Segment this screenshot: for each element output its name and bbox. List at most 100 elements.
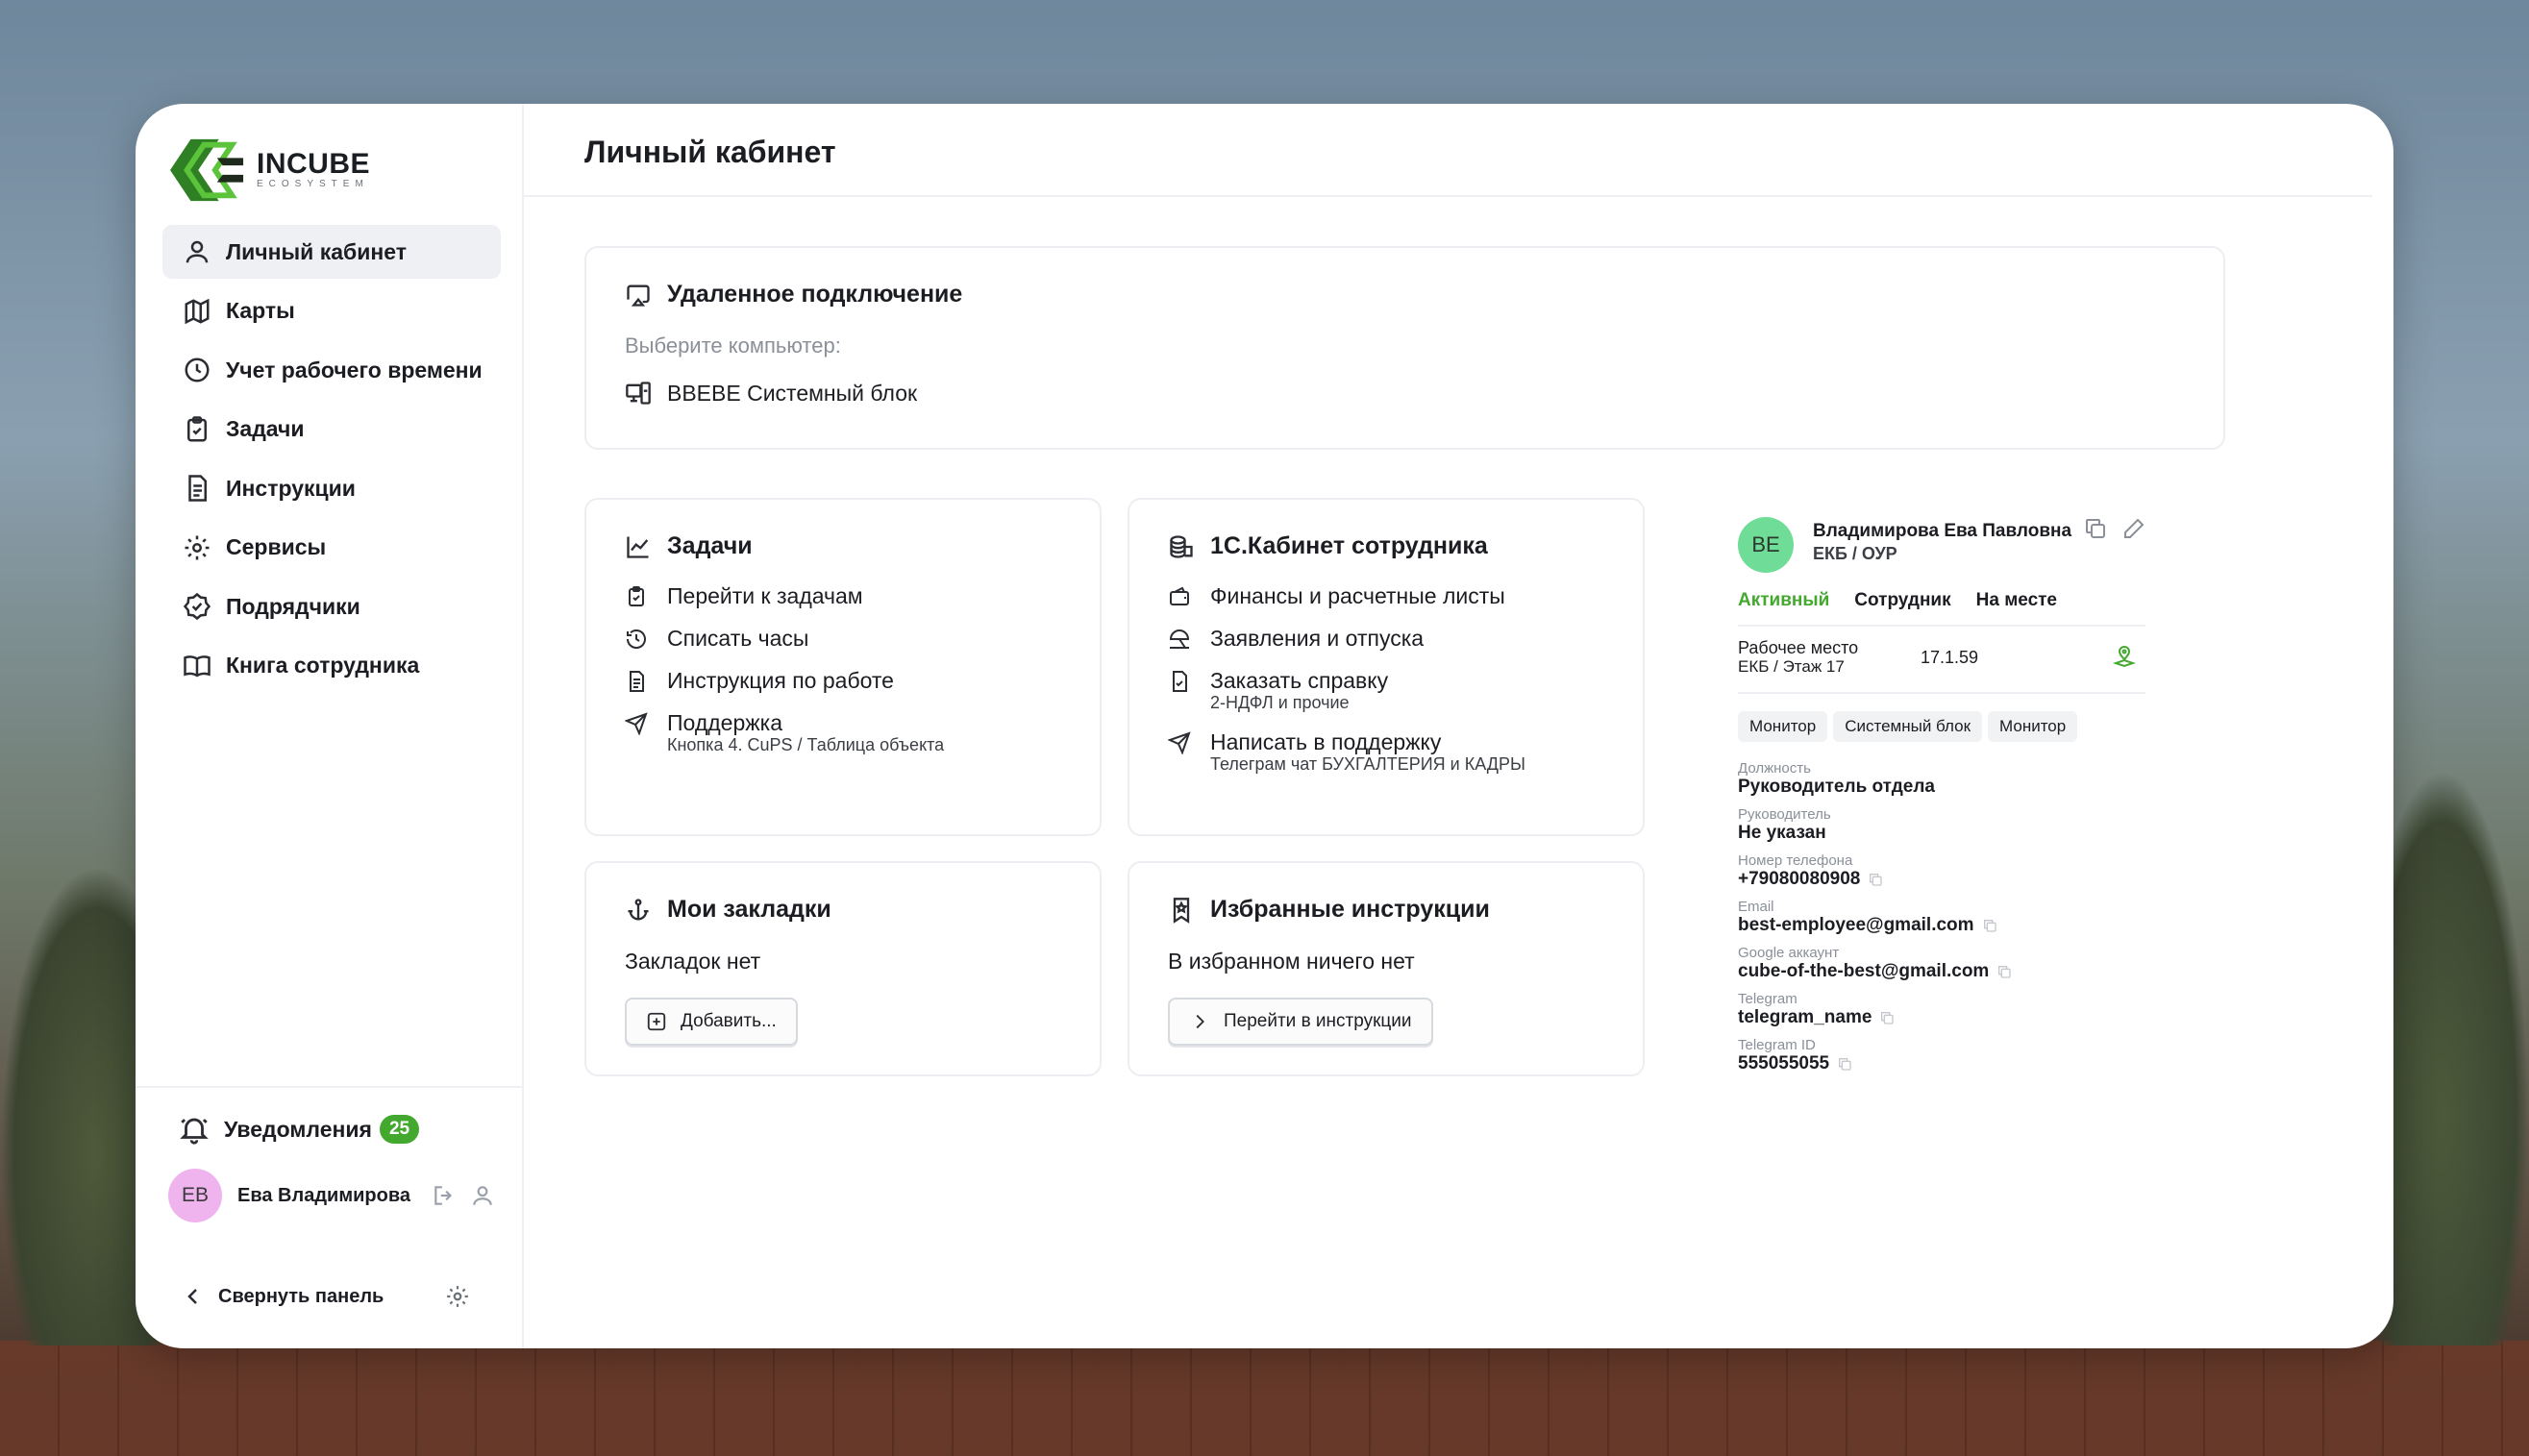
go-to-instructions-button[interactable]: Перейти в инструкции	[1168, 998, 1433, 1046]
field-label: Руководитель	[1738, 806, 1831, 823]
chevron-left-icon	[187, 1289, 197, 1304]
send-icon	[1168, 731, 1191, 754]
profile-name: Владимирова Ева Павловна	[1813, 521, 2072, 541]
list-item[interactable]: Написать в поддержку Телеграм чат БУХГАЛ…	[1168, 729, 1604, 774]
list-item-sub: Телеграм чат БУХГАЛТЕРИЯ и КАДРЫ	[1210, 754, 1525, 774]
beach-umbrella-icon	[1169, 629, 1190, 649]
list-item[interactable]: Финансы и расчетные листы	[1168, 583, 1604, 608]
field-label: Telegram	[1738, 991, 1798, 1007]
sidebar-item-employee-book[interactable]: Книга сотрудника	[162, 639, 501, 693]
sidebar-item-time-tracking[interactable]: Учет рабочего времени	[162, 343, 501, 397]
status-badge: Активный	[1738, 590, 1830, 610]
map-icon	[182, 296, 212, 327]
add-bookmark-label: Добавить...	[681, 1011, 777, 1031]
sidebar-footer: Уведомления 25 ЕВ Ева Владимирова Сверну…	[136, 1086, 522, 1307]
copy-icon[interactable]	[1837, 1056, 1852, 1072]
list-item[interactable]: Поддержка Кнопка 4. CuPS / Таблица объек…	[625, 710, 1061, 754]
tasks-title: Задачи	[667, 532, 753, 559]
bookmarks-title: Мои закладки	[667, 896, 831, 923]
send-icon	[625, 712, 648, 735]
list-item-label: Заявления и отпуска	[1210, 626, 1425, 651]
device-chip[interactable]: Монитор	[1738, 711, 1828, 742]
notifications-label: Уведомления	[224, 1116, 372, 1142]
device-chip[interactable]: Монитор	[1988, 711, 2078, 742]
onec-title: 1С.Кабинет сотрудника	[1210, 532, 1488, 559]
edit-pencil-icon[interactable]	[2122, 517, 2145, 540]
logout-icon[interactable]	[432, 1183, 457, 1208]
sidebar-item-label: Учет рабочего времени	[226, 357, 483, 383]
sidebar-item-maps[interactable]: Карты	[162, 284, 501, 338]
wallet-icon	[1170, 586, 1189, 605]
computer-name: BBEBE Системный блок	[667, 380, 918, 406]
list-item-label: Списать часы	[667, 626, 809, 651]
document-icon	[182, 473, 212, 504]
go-to-instructions-label: Перейти в инструкции	[1224, 1011, 1412, 1031]
logo-title: INCUBE	[257, 148, 371, 180]
collapse-panel-label: Свернуть панель	[218, 1285, 384, 1307]
sidebar: INCUBE ECOSYSTEM Личный кабинет Карты Уч…	[136, 104, 524, 1348]
list-item[interactable]: Заказать справку 2-НДФЛ и прочие	[1168, 668, 1604, 712]
avatar[interactable]: ЕВ	[168, 1169, 222, 1222]
computer-option[interactable]: BBEBE Системный блок	[625, 380, 2185, 407]
sidebar-item-tasks[interactable]: Задачи	[162, 403, 501, 457]
sidebar-item-label: Сервисы	[226, 534, 327, 559]
background-deck	[0, 1341, 2529, 1456]
field-telegram: Telegram telegram_name	[1738, 992, 2145, 1028]
settings-gear-icon[interactable]	[445, 1284, 470, 1309]
list-item[interactable]: Инструкция по работе	[625, 668, 1061, 693]
field-position: Должность Руководитель отдела	[1738, 761, 2145, 798]
field-label: Номер телефона	[1738, 852, 1853, 869]
clipboard-check-icon	[182, 414, 212, 445]
sidebar-item-label: Подрядчики	[226, 593, 360, 619]
sidebar-item-instructions[interactable]: Инструкции	[162, 461, 501, 515]
list-item-sub: 2-НДФЛ и прочие	[1210, 693, 1350, 712]
anchor-icon	[628, 898, 649, 920]
favorite-instructions-card: Избранные инструкции В избранном ничего …	[1128, 861, 1645, 1076]
notifications-button[interactable]: Уведомления 25	[178, 1113, 420, 1146]
sidebar-item-personal-account[interactable]: Личный кабинет	[162, 225, 501, 279]
copy-icon[interactable]	[2084, 517, 2107, 540]
field-label: Google аккаунт	[1738, 945, 1840, 961]
workplace-location: ЕКБ / Этаж 17	[1738, 657, 1845, 676]
cast-icon	[627, 284, 650, 307]
profile-department: ЕКБ / ОУР	[1813, 544, 1897, 563]
copy-icon[interactable]	[1996, 964, 2012, 979]
app-window: INCUBE ECOSYSTEM Личный кабинет Карты Уч…	[136, 104, 2393, 1348]
workplace-number: 17.1.59	[1921, 648, 1979, 667]
copy-icon[interactable]	[1982, 918, 1997, 933]
user-icon	[182, 236, 212, 267]
clipboard-check-icon	[629, 586, 644, 606]
tasks-card: Задачи Перейти к задачам Списать часы Ин…	[584, 498, 1102, 836]
remote-connection-card: Удаленное подключение Выберите компьютер…	[584, 246, 2225, 450]
field-value: Руководитель отдела	[1738, 777, 1935, 797]
notifications-count-badge: 25	[379, 1115, 420, 1144]
sidebar-nav: Личный кабинет Карты Учет рабочего време…	[162, 225, 501, 698]
logo[interactable]: INCUBE ECOSYSTEM	[170, 136, 370, 204]
list-item[interactable]: Перейти к задачам	[625, 583, 1061, 608]
clock-history-icon	[627, 629, 646, 649]
list-item-label: Финансы и расчетные листы	[1210, 583, 1505, 608]
device-chip[interactable]: Системный блок	[1833, 711, 1983, 742]
add-bookmark-button[interactable]: Добавить...	[625, 998, 798, 1046]
sidebar-item-services[interactable]: Сервисы	[162, 521, 501, 575]
page-title: Личный кабинет	[584, 135, 836, 169]
field-telegram-id: Telegram ID 555055055	[1738, 1038, 2145, 1074]
location-pin-icon[interactable]	[2113, 646, 2136, 669]
list-item-label: Поддержка	[667, 710, 782, 735]
copy-icon[interactable]	[1879, 1010, 1895, 1025]
copy-icon[interactable]	[1868, 872, 1883, 887]
choose-computer-label: Выберите компьютер:	[625, 333, 841, 358]
collapse-panel-button[interactable]: Свернуть панель	[182, 1284, 470, 1309]
chart-line-icon	[627, 536, 649, 558]
main-content: Личный кабинет Удаленное подключение Выб…	[524, 104, 2393, 1348]
list-item[interactable]: Списать часы	[625, 626, 1061, 651]
role-badge: Сотрудник	[1854, 590, 1951, 610]
avatar: ВЕ	[1738, 517, 1794, 573]
profile-icon[interactable]	[470, 1183, 495, 1208]
remote-connection-title: Удаленное подключение	[667, 281, 963, 308]
list-item-label: Перейти к задачам	[667, 583, 863, 608]
sidebar-item-label: Инструкции	[226, 475, 356, 501]
sidebar-item-contractors[interactable]: Подрядчики	[162, 580, 501, 633]
list-item[interactable]: Заявления и отпуска	[1168, 626, 1604, 651]
bookmarks-empty-text: Закладок нет	[625, 949, 761, 974]
